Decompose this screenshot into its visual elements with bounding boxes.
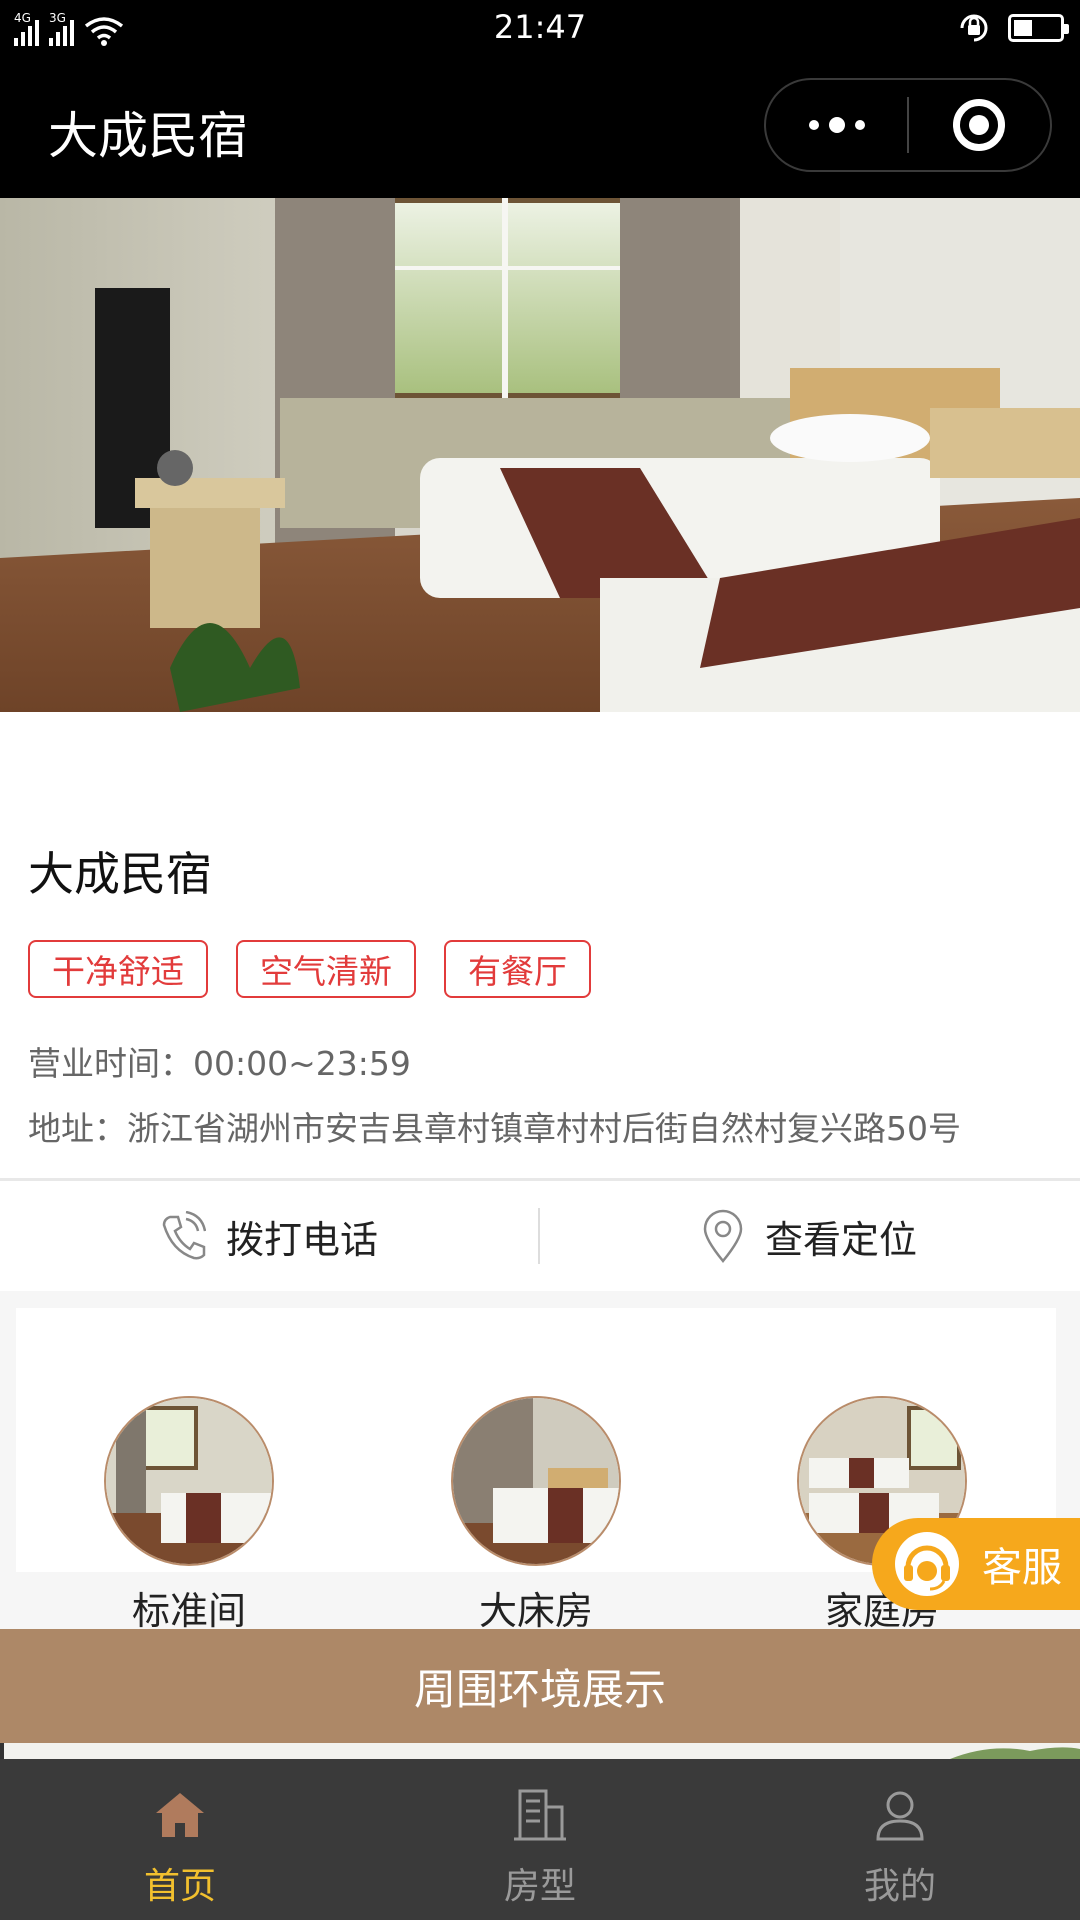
environment-section-header: 周围环境展示 bbox=[0, 1629, 1080, 1743]
view-location-button[interactable]: 查看定位 bbox=[540, 1209, 1078, 1264]
tab-room-types-label: 房型 bbox=[503, 1866, 576, 1907]
tab-home[interactable]: 首页 bbox=[0, 1759, 360, 1920]
building-icon bbox=[514, 1789, 566, 1841]
battery-fill bbox=[1014, 20, 1032, 36]
phone-icon bbox=[162, 1211, 206, 1260]
more-options-button[interactable] bbox=[766, 80, 907, 170]
customer-service-button[interactable]: 客服 bbox=[872, 1518, 1080, 1610]
headset-icon bbox=[894, 1531, 960, 1597]
battery-icon bbox=[1008, 14, 1069, 42]
tab-mine-label: 我的 bbox=[863, 1866, 936, 1907]
mini-program-capsule bbox=[764, 78, 1052, 172]
status-bar: 4G 3G 21:47 bbox=[0, 0, 1080, 56]
bottom-tab-bar: 首页 房型 我的 bbox=[0, 1759, 1080, 1920]
room-name: 标准间 bbox=[131, 1589, 246, 1633]
environment-title: 周围环境展示 bbox=[413, 1664, 666, 1714]
room-type-queen[interactable]: 大床房 bbox=[451, 1396, 621, 1635]
room-name: 大床房 bbox=[478, 1589, 593, 1633]
business-hours: 营业时间：00:00~23:59 bbox=[28, 1044, 411, 1083]
close-mini-program-button[interactable] bbox=[909, 80, 1050, 170]
customer-service-label: 客服 bbox=[982, 1545, 1062, 1591]
hero-banner-image[interactable] bbox=[0, 198, 1080, 712]
home-icon bbox=[156, 1793, 204, 1837]
tag-fresh-air: 空气清新 bbox=[236, 940, 416, 998]
navigation-bar: 大成民宿 bbox=[0, 56, 1080, 198]
tag-restaurant: 有餐厅 bbox=[444, 940, 591, 998]
contact-actions: 拨打电话 查看定位 bbox=[0, 1181, 1080, 1291]
user-icon bbox=[876, 1791, 924, 1841]
shop-name: 大成民宿 bbox=[28, 847, 212, 901]
call-button[interactable]: 拨打电话 bbox=[0, 1209, 538, 1264]
call-label: 拨打电话 bbox=[225, 1217, 378, 1262]
status-right bbox=[956, 10, 1069, 46]
room-thumbnail bbox=[451, 1396, 621, 1566]
room-type-standard[interactable]: 标准间 bbox=[104, 1396, 274, 1635]
tab-mine[interactable]: 我的 bbox=[720, 1759, 1080, 1920]
target-icon bbox=[953, 99, 1006, 151]
environment-image-strip bbox=[0, 1743, 1080, 1759]
shop-address: 地址：浙江省湖州市安吉县章村镇章村村后街自然村复兴路50号 bbox=[28, 1109, 961, 1148]
feature-tags: 干净舒适 空气清新 有餐厅 bbox=[28, 940, 591, 998]
tag-clean: 干净舒适 bbox=[28, 940, 208, 998]
location-pin-icon bbox=[703, 1209, 743, 1263]
location-label: 查看定位 bbox=[764, 1217, 917, 1262]
tab-home-label: 首页 bbox=[143, 1866, 216, 1907]
clock: 21:47 bbox=[493, 8, 587, 46]
room-thumbnail bbox=[104, 1396, 274, 1566]
rotation-lock-icon bbox=[960, 14, 988, 42]
nav-title: 大成民宿 bbox=[48, 107, 248, 165]
tab-room-types[interactable]: 房型 bbox=[360, 1759, 720, 1920]
